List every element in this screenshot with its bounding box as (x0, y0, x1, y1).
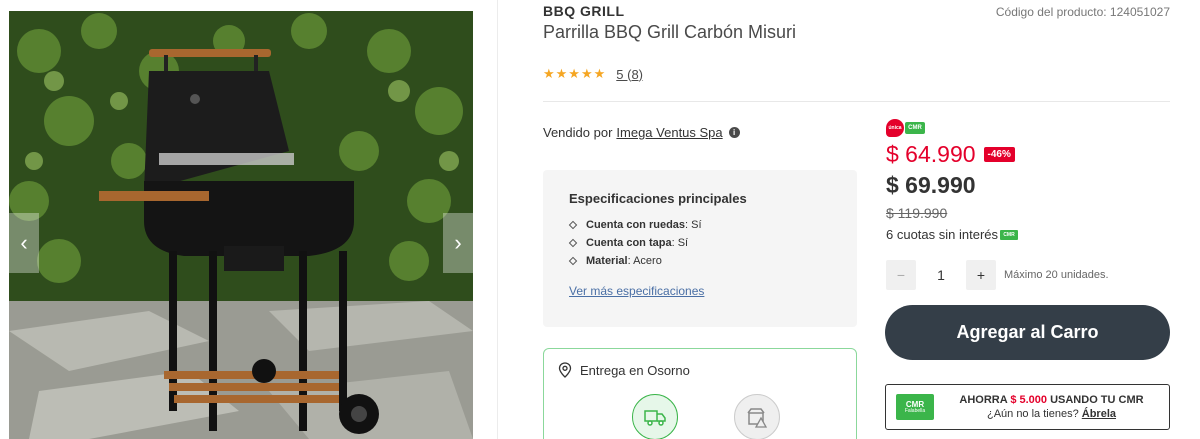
cmr-mini-icon: CMR (1000, 229, 1019, 240)
old-price: $ 119.990 (886, 205, 948, 221)
discount-badge: -46% (983, 147, 1015, 162)
diamond-bullet-icon (568, 238, 578, 248)
more-specs-link[interactable]: Ver más especificaciones (569, 284, 831, 298)
delivery-title: Entrega en Osorno (580, 362, 690, 378)
column-divider (497, 0, 498, 439)
spec-key: Cuenta con ruedas (586, 219, 686, 231)
spec-item: Cuenta con ruedas : Sí (568, 218, 831, 232)
rating[interactable]: ★★★★★ 5 (8) (543, 66, 643, 82)
cmr-card-icon: CMR Falabella (896, 394, 934, 420)
cmr-price: $ 64.990 -46% (886, 141, 1015, 168)
brand-name[interactable]: BBQ GRILL (543, 3, 625, 19)
gallery-next-button[interactable]: › (443, 213, 473, 273)
open-cmr-link[interactable]: Ábrela (1082, 408, 1116, 420)
quantity-value[interactable]: 1 (916, 267, 966, 283)
rating-count-link[interactable]: 5 (8) (616, 67, 643, 82)
quantity-stepper: − 1 + Máximo 20 unidades. (886, 260, 1109, 290)
spec-key: Material (586, 255, 628, 267)
diamond-bullet-icon (568, 256, 578, 266)
seller-label: Vendido por (543, 125, 613, 140)
product-code: Código del producto: 124051027 (995, 5, 1170, 19)
price-badges: única CMR (886, 119, 925, 137)
decrease-quantity-button[interactable]: − (886, 260, 916, 290)
normal-price: $ 69.990 (886, 172, 976, 198)
diamond-bullet-icon (568, 220, 578, 230)
installments-info: 6 cuotas sin interés CMR (886, 227, 1019, 242)
product-image (9, 11, 473, 439)
star-rating-icon: ★★★★★ (543, 66, 607, 81)
home-delivery-option[interactable] (632, 394, 678, 439)
location-pin-icon (558, 362, 572, 378)
specs-title: Especificaciones principales (569, 191, 747, 206)
increase-quantity-button[interactable]: + (966, 260, 996, 290)
spec-item: Material : Acero (568, 254, 831, 268)
spec-value: : Sí (671, 237, 689, 249)
product-image-gallery: ‹ › (9, 11, 473, 439)
product-title: Parrilla BBQ Grill Carbón Misuri (543, 22, 797, 42)
cmr-card-sub: Falabella (904, 407, 926, 414)
store-pickup-icon (747, 408, 768, 428)
seller-info: Vendido por Imega Ventus Spa i (543, 125, 740, 140)
spec-item: Cuenta con tapa : Sí (568, 236, 831, 250)
seller-link[interactable]: Imega Ventus Spa (616, 125, 722, 140)
installments-text: 6 cuotas sin interés (886, 227, 999, 242)
cmr-badge-icon: CMR (905, 122, 925, 134)
cmr-promo-banner[interactable]: CMR Falabella AHORRA $ 5.000 USANDO TU C… (885, 384, 1170, 430)
delivery-box: Entrega en Osorno (543, 348, 857, 439)
add-to-cart-button[interactable]: Agregar al Carro (885, 305, 1170, 360)
truck-icon (644, 410, 666, 426)
cmr-promo-question: ¿Aún no la tienes? Ábrela (986, 408, 1117, 420)
cmr-promo-amount: $ 5.000 (1010, 393, 1048, 406)
spec-value: : Sí (685, 219, 702, 231)
delivery-location[interactable]: Entrega en Osorno (558, 362, 690, 378)
specs-box: Especificaciones principales Cuenta con … (543, 170, 857, 327)
gallery-prev-button[interactable]: ‹ (9, 213, 39, 273)
header-divider (543, 101, 1170, 102)
cmr-price-value: $ 64.990 (886, 141, 976, 167)
cmr-promo-text: AHORRA $ 5.000 USANDO TU CMR ¿Aún no la … (934, 393, 1169, 422)
max-units-text: Máximo 20 unidades. (1004, 269, 1109, 281)
store-pickup-option[interactable] (734, 394, 780, 439)
cmr-promo-headline: AHORRA $ 5.000 USANDO TU CMR (959, 393, 1144, 406)
spec-key: Cuenta con tapa (586, 237, 672, 249)
spec-value: : Acero (627, 255, 662, 267)
unica-badge-icon: única (886, 119, 904, 137)
info-icon[interactable]: i (728, 127, 740, 138)
